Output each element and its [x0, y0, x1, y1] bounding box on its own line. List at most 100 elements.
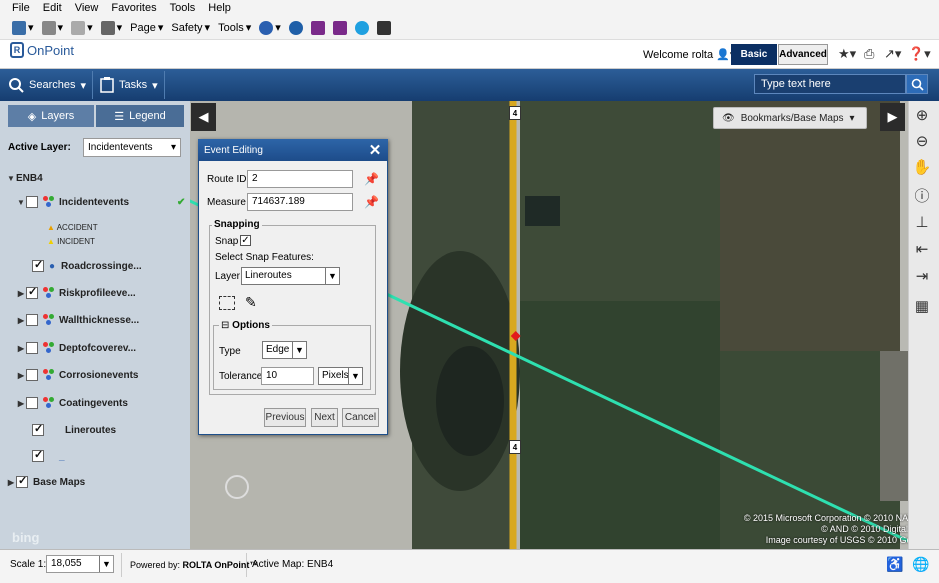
info-icon[interactable]: ⓘ	[912, 185, 932, 205]
layer-row[interactable]: ● Roadcrossinge...	[0, 256, 190, 276]
search-input[interactable]: Type text here	[754, 74, 906, 94]
snap-checkbox[interactable]: ✓	[240, 235, 251, 246]
globe-icon[interactable]: 🌐	[912, 556, 929, 573]
measure-input[interactable]: 714637.189	[247, 193, 353, 211]
previous-extent-icon[interactable]: ⇤	[912, 239, 932, 259]
advanced-mode-button[interactable]: Advanced	[778, 44, 828, 65]
menu-file[interactable]: File	[12, 2, 30, 14]
menu-view[interactable]: View	[75, 2, 99, 14]
safety-menu[interactable]: Safety ▾	[171, 21, 210, 35]
scale-select[interactable]: 18,055 ▼	[46, 555, 114, 573]
help-button[interactable]: ▾	[259, 20, 281, 35]
bookmarks-basemaps-button[interactable]: 👁 Bookmarks/Base Maps ▾	[713, 107, 867, 129]
route-id-input[interactable]: 2	[247, 170, 353, 188]
expand-triangle-icon[interactable]: ▶	[16, 316, 26, 325]
grid-icon[interactable]: ▦	[912, 296, 932, 316]
expand-triangle-icon[interactable]: ▶	[16, 371, 26, 380]
snap-layer-select[interactable]: Lineroutes ▼	[241, 267, 340, 285]
research-icon[interactable]	[376, 20, 391, 35]
tasks-button[interactable]: Tasks ▾	[100, 72, 158, 98]
options-legend[interactable]: ⊟ Options	[219, 320, 272, 331]
layer-checkbox[interactable]	[26, 397, 38, 409]
chevron-down-icon: ▾	[152, 79, 158, 92]
expand-right-panel-button[interactable]: ▶	[880, 103, 905, 131]
next-extent-icon[interactable]: ⇥	[912, 266, 932, 286]
basic-mode-button[interactable]: Basic	[731, 44, 777, 65]
favorites-star-icon[interactable]: ★▾	[838, 46, 856, 62]
share-icon[interactable]: ↗▾	[884, 46, 901, 62]
home-button[interactable]: ▾	[12, 20, 34, 35]
tab-layers[interactable]: ◈ Layers	[8, 105, 94, 127]
select-features-icon[interactable]	[219, 296, 235, 310]
previous-button[interactable]: Previous	[264, 408, 306, 427]
tolerance-unit-select[interactable]: Pixels ▼	[318, 367, 363, 385]
layer-checkbox[interactable]	[32, 422, 44, 436]
layer-checkbox[interactable]	[32, 258, 44, 272]
help-circle-icon[interactable]: ❓▾	[908, 46, 931, 62]
menu-tools[interactable]: Tools	[170, 2, 196, 14]
zoom-out-icon[interactable]: ⊖	[912, 131, 932, 151]
dialog-close-button[interactable]: ✕	[364, 140, 386, 160]
layer-checkbox[interactable]	[26, 342, 38, 354]
collapse-left-panel-button[interactable]: ◀	[191, 103, 216, 131]
pencil-icon[interactable]: ✎	[245, 294, 257, 311]
layer-checkbox[interactable]	[26, 314, 38, 326]
expand-triangle-icon[interactable]: ▶	[16, 399, 26, 408]
mail-button[interactable]: ▾	[71, 20, 93, 35]
layer-row[interactable]: ▶ Deptofcoverev...	[0, 338, 190, 358]
layer-row[interactable]: ▼ Incidentevents ✔	[0, 192, 190, 212]
legend-item: ▲ INCIDENT	[47, 237, 95, 246]
next-button[interactable]: Next	[311, 408, 338, 427]
snap-type-select[interactable]: Edge ▼	[262, 341, 307, 359]
menu-favorites[interactable]: Favorites	[111, 2, 156, 14]
base-maps-checkbox[interactable]	[16, 474, 28, 488]
layer-checkbox[interactable]	[26, 369, 38, 381]
layer-row[interactable]: ▶ Riskprofileeve...	[0, 283, 190, 303]
status-divider	[121, 553, 122, 577]
cancel-button[interactable]: Cancel	[342, 408, 379, 427]
expand-triangle-icon[interactable]: ▶	[16, 289, 26, 298]
searches-button[interactable]: Searches ▾	[8, 72, 86, 98]
layer-checkbox[interactable]	[26, 196, 38, 208]
pin-icon[interactable]: 📌	[364, 195, 379, 209]
onenote-icon[interactable]	[310, 20, 325, 35]
layer-checkbox[interactable]	[32, 448, 44, 462]
measure-icon[interactable]: ⊥	[912, 212, 932, 232]
pin-icon[interactable]: 📌	[364, 172, 379, 186]
pan-hand-icon[interactable]: ✋	[912, 157, 932, 177]
skype-icon[interactable]	[354, 20, 369, 35]
snap-label: Snap	[215, 236, 239, 247]
layer-row[interactable]: ▶ Coatingevents	[0, 393, 190, 413]
onenote-send-icon[interactable]	[332, 20, 347, 35]
tools-menu[interactable]: Tools ▾	[218, 21, 251, 35]
snapping-legend: Snapping	[212, 219, 262, 230]
print-icon[interactable]: ⎙	[864, 46, 874, 62]
collapse-triangle-icon[interactable]: ▼	[16, 198, 26, 207]
powered-brand: ROLTA OnPoint™	[182, 560, 259, 570]
base-maps-group[interactable]: ▶ Base Maps	[0, 472, 190, 492]
hp-icon[interactable]	[288, 20, 303, 35]
layer-row[interactable]: _	[0, 446, 190, 466]
triangle-icon: ▲	[47, 223, 55, 232]
menu-edit[interactable]: Edit	[43, 2, 62, 14]
search-submit-button[interactable]	[906, 74, 928, 94]
expand-triangle-icon[interactable]: ▶	[6, 478, 16, 487]
collapse-triangle-icon[interactable]: ▼	[6, 174, 16, 183]
page-menu[interactable]: Page ▾	[130, 21, 163, 35]
layer-row[interactable]: Lineroutes	[0, 420, 190, 440]
active-map-text: Active Map: ENB4	[252, 559, 334, 570]
tolerance-input[interactable]: 10	[261, 367, 314, 385]
menu-help[interactable]: Help	[208, 2, 231, 14]
layer-group-enb4[interactable]: ▼ ENB4	[0, 168, 190, 188]
layer-row[interactable]: ▶ Corrosionevents	[0, 365, 190, 385]
accessibility-icon[interactable]: ♿	[886, 556, 903, 573]
layer-checkbox[interactable]	[26, 285, 38, 299]
active-layer-select[interactable]: Incidentevents ▾	[83, 138, 181, 157]
layer-row[interactable]: ▶ Wallthicknesse...	[0, 310, 190, 330]
print-button[interactable]: ▾	[100, 20, 122, 35]
collapse-minus-icon[interactable]: ⊟	[221, 320, 229, 331]
feeds-button[interactable]: ▾	[41, 20, 63, 35]
tab-legend[interactable]: ☰ Legend	[96, 105, 184, 127]
expand-triangle-icon[interactable]: ▶	[16, 344, 26, 353]
zoom-in-icon[interactable]: ⊕	[912, 105, 932, 125]
